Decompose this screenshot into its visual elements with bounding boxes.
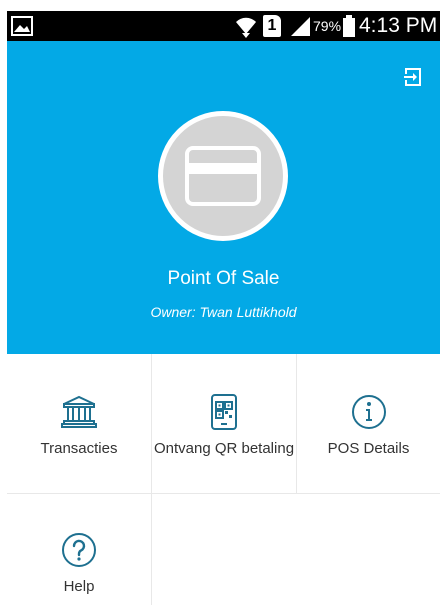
battery-icon [343, 15, 355, 37]
menu-item-label: Ontvang QR betaling [153, 440, 295, 457]
pos-header: Point Of Sale Owner: Twan Luttikhold [7, 41, 440, 354]
wifi-icon [236, 17, 256, 38]
logout-icon[interactable] [401, 65, 425, 89]
sim-icon: 1 [263, 15, 281, 37]
help-icon [62, 533, 96, 567]
menu-item-qr-betaling[interactable]: Ontvang QR betaling [152, 354, 296, 494]
credit-card-icon [185, 146, 261, 206]
gallery-icon [11, 16, 33, 36]
owner-label: Owner: Twan Luttikhold [150, 304, 297, 320]
status-bar: 1 79% 4:13 PM [7, 11, 440, 41]
menu-item-transacties[interactable]: Transacties [7, 354, 151, 494]
menu-item-help[interactable]: Help [7, 494, 151, 605]
bank-icon [61, 395, 97, 428]
info-icon [351, 395, 386, 429]
menu-grid: Transacties Ontvang QR betaling POS Deta… [7, 354, 440, 605]
menu-item-label: Help [63, 578, 95, 595]
menu-item-pos-details[interactable]: POS Details [297, 354, 440, 494]
menu-item-label: Transacties [40, 440, 118, 457]
battery-percent: 79% [313, 18, 342, 34]
menu-item-label: POS Details [327, 440, 410, 457]
clock: 4:13 PM [359, 14, 438, 37]
qr-code-icon [211, 394, 237, 430]
avatar [158, 111, 288, 241]
page-title: Point Of Sale [167, 268, 280, 289]
signal-icon [291, 17, 310, 36]
